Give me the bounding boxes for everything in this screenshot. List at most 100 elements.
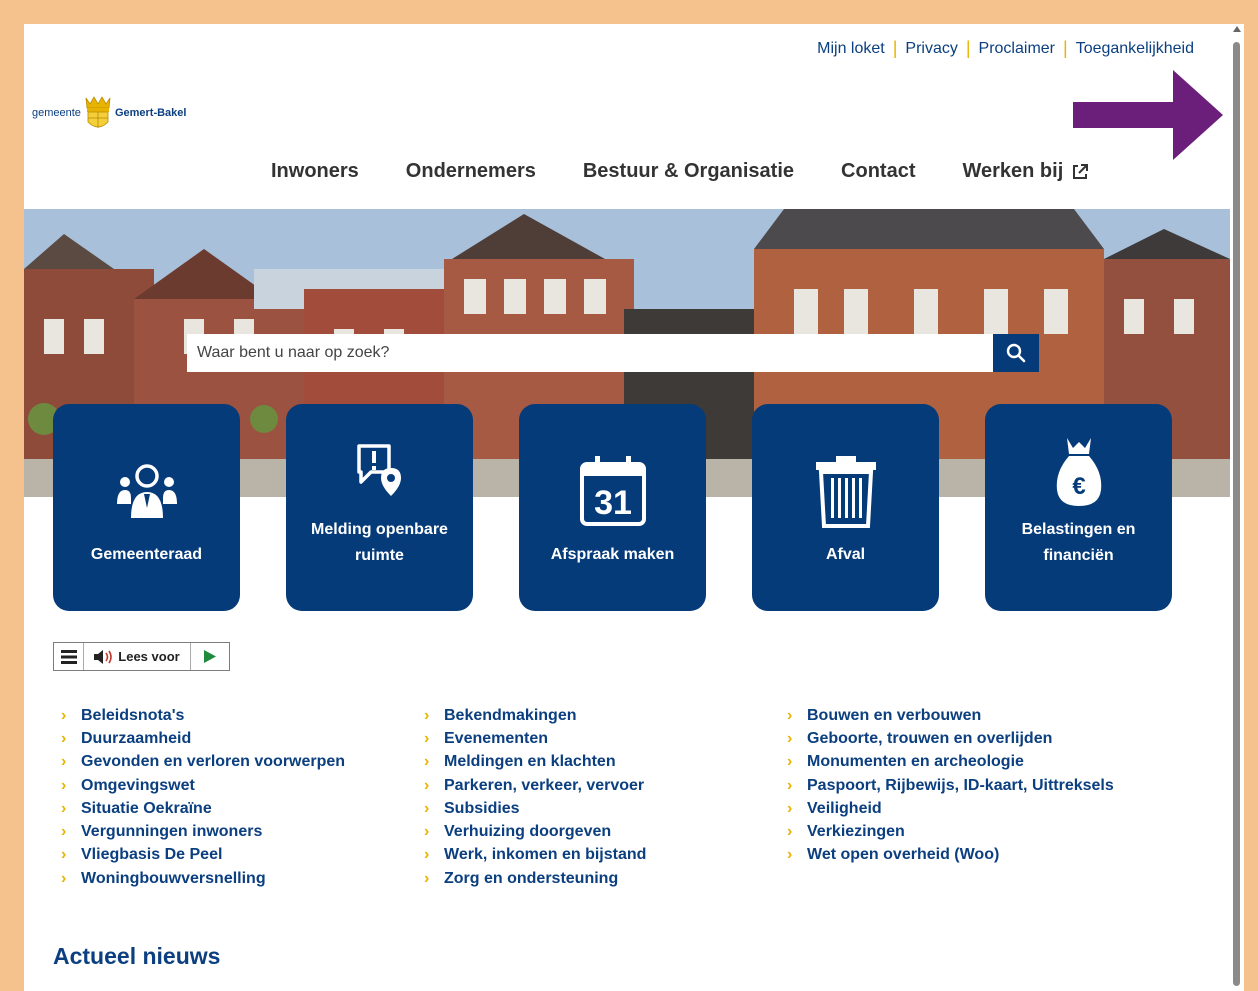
link-toegankelijkheid[interactable]: Toegankelijkheid <box>1076 40 1194 58</box>
nav-ondernemers[interactable]: Ondernemers <box>406 160 536 183</box>
separator: | <box>1063 38 1068 58</box>
topic-link[interactable]: › Vliegbasis De Peel <box>61 844 424 867</box>
tile-label: Gemeenteraad <box>90 546 203 563</box>
nav-inwoners[interactable]: Inwoners <box>271 160 359 183</box>
chevron-right-icon: › <box>424 846 430 864</box>
topic-label: Situatie Oekraïne <box>81 799 212 817</box>
chevron-right-icon: › <box>787 823 793 841</box>
topic-label: Paspoort, Rijbewijs, ID-kaart, Uittrekse… <box>807 776 1114 794</box>
site-logo[interactable]: gemeente Gemert-Bakel <box>32 94 186 132</box>
annotation-arrow-icon <box>1073 70 1223 160</box>
reader-menu-button[interactable] <box>54 643 84 670</box>
external-link-icon <box>1073 163 1089 179</box>
topic-link[interactable]: › Werk, inkomen en bijstand <box>424 844 787 867</box>
topic-link[interactable]: › Situatie Oekraïne <box>61 797 424 820</box>
tile-belastingen-financien[interactable]: € Belastingen en financiën <box>985 404 1172 611</box>
tile-afval[interactable]: Afval <box>752 404 939 611</box>
topic-link[interactable]: › Duurzaamheid <box>61 727 424 750</box>
nav-label: Bestuur & Organisatie <box>582 160 795 182</box>
topic-links: › Beleidsnota's › Duurzaamheid › Gevonden e… <box>61 704 1150 890</box>
logo-name: Gemert-Bakel <box>114 107 187 119</box>
topic-label: Duurzaamheid <box>81 729 192 747</box>
search-input[interactable] <box>187 334 993 372</box>
topic-link[interactable]: › Evenementen <box>424 727 787 750</box>
chevron-right-icon: › <box>61 776 67 794</box>
read-aloud-button[interactable]: Lees voor <box>84 643 191 670</box>
speaker-icon <box>94 649 113 664</box>
tile-melding-openbare-ruimte[interactable]: Melding openbare ruimte <box>286 404 473 611</box>
nav-label: Contact <box>841 160 916 182</box>
read-aloud-widget: Lees voor <box>53 642 230 671</box>
report-location-icon <box>286 442 473 498</box>
chevron-right-icon: › <box>61 823 67 841</box>
topic-label: Verhuizing doorgeven <box>444 823 612 841</box>
chevron-right-icon: › <box>424 823 430 841</box>
topic-link[interactable]: › Verhuizing doorgeven <box>424 820 787 843</box>
chevron-right-icon: › <box>61 753 67 771</box>
chevron-right-icon: › <box>61 869 67 887</box>
topic-label: Veiligheid <box>807 799 882 817</box>
tile-label: Afspraak maken <box>550 546 675 563</box>
main-navigation: Inwoners Ondernemers Bestuur & Organisat… <box>271 160 1089 183</box>
topic-link[interactable]: › Meldingen en klachten <box>424 751 787 774</box>
chevron-right-icon: › <box>61 729 67 747</box>
play-button[interactable] <box>191 643 229 670</box>
nav-werken-bij[interactable]: Werken bij <box>962 160 1089 183</box>
topic-column-3: › Bouwen en verbouwen › Geboorte, trouwen … <box>787 704 1150 890</box>
topic-link[interactable]: › Verkiezingen <box>787 820 1150 843</box>
topic-link[interactable]: › Vergunningen inwoners <box>61 820 424 843</box>
nav-bestuur-organisatie[interactable]: Bestuur & Organisatie <box>583 160 794 183</box>
nav-label: Ondernemers <box>405 160 536 182</box>
search-button[interactable] <box>993 334 1039 372</box>
topic-label: Vliegbasis De Peel <box>81 846 223 864</box>
topic-label: Woningbouwversnelling <box>81 869 266 887</box>
link-proclaimer[interactable]: Proclaimer <box>979 40 1055 58</box>
topic-link[interactable]: › Veiligheid <box>787 797 1150 820</box>
scroll-thumb[interactable] <box>1233 42 1240 986</box>
topic-link[interactable]: › Wet open overheid (Woo) <box>787 844 1150 867</box>
topic-link[interactable]: › Omgevingswet <box>61 774 424 797</box>
chevron-right-icon: › <box>787 706 793 724</box>
topic-label: Gevonden en verloren voorwerpen <box>81 753 346 771</box>
nav-label: Werken bij <box>962 160 1064 182</box>
scroll-up-icon[interactable] <box>1233 26 1241 32</box>
link-mijn-loket[interactable]: Mijn loket <box>817 40 885 58</box>
nav-contact[interactable]: Contact <box>841 160 915 183</box>
topic-label: Wet open overheid (Woo) <box>807 846 1000 864</box>
vertical-scrollbar[interactable] <box>1230 24 1244 991</box>
topic-link[interactable]: › Monumenten en archeologie <box>787 751 1150 774</box>
svg-text:31: 31 <box>594 484 632 522</box>
chevron-right-icon: › <box>424 706 430 724</box>
topic-link[interactable]: › Bouwen en verbouwen <box>787 704 1150 727</box>
council-icon <box>53 462 240 520</box>
utility-links: Mijn loket | Privacy | Proclaimer | Toeg… <box>817 38 1194 59</box>
topic-link[interactable]: › Bekendmakingen <box>424 704 787 727</box>
topic-link[interactable]: › Subsidies <box>424 797 787 820</box>
money-bag-icon: € <box>985 436 1172 508</box>
separator: | <box>965 38 971 58</box>
tile-label: Melding openbare ruimte <box>311 521 448 564</box>
topic-link[interactable]: › Zorg en ondersteuning <box>424 867 787 890</box>
chevron-right-icon: › <box>424 776 430 794</box>
quick-tiles: Gemeenteraad Melding openbare ruimte 31 … <box>53 404 1172 611</box>
news-heading: Actueel nieuws <box>53 943 221 969</box>
topic-label: Zorg en ondersteuning <box>444 869 619 887</box>
topic-label: Bekendmakingen <box>444 706 577 724</box>
topic-link[interactable]: › Gevonden en verloren voorwerpen <box>61 751 424 774</box>
tile-label: Belastingen en financiën <box>1021 521 1136 564</box>
link-privacy[interactable]: Privacy <box>905 40 957 58</box>
svg-text:€: € <box>1072 473 1085 500</box>
topic-label: Monumenten en archeologie <box>807 753 1024 771</box>
topic-link[interactable]: › Paspoort, Rijbewijs, ID-kaart, Uittreks… <box>787 774 1150 797</box>
chevron-right-icon: › <box>424 869 430 887</box>
chevron-right-icon: › <box>424 753 430 771</box>
topic-label: Verkiezingen <box>807 823 905 841</box>
tile-afspraak-maken[interactable]: 31 Afspraak maken <box>519 404 706 611</box>
topic-link[interactable]: › Beleidsnota's <box>61 704 424 727</box>
topic-link[interactable]: › Geboorte, trouwen en overlijden <box>787 727 1150 750</box>
topic-link[interactable]: › Woningbouwversnelling <box>61 867 424 890</box>
tile-gemeenteraad[interactable]: Gemeenteraad <box>53 404 240 611</box>
topic-label: Vergunningen inwoners <box>81 823 263 841</box>
topic-label: Subsidies <box>444 799 520 817</box>
topic-link[interactable]: › Parkeren, verkeer, vervoer <box>424 774 787 797</box>
